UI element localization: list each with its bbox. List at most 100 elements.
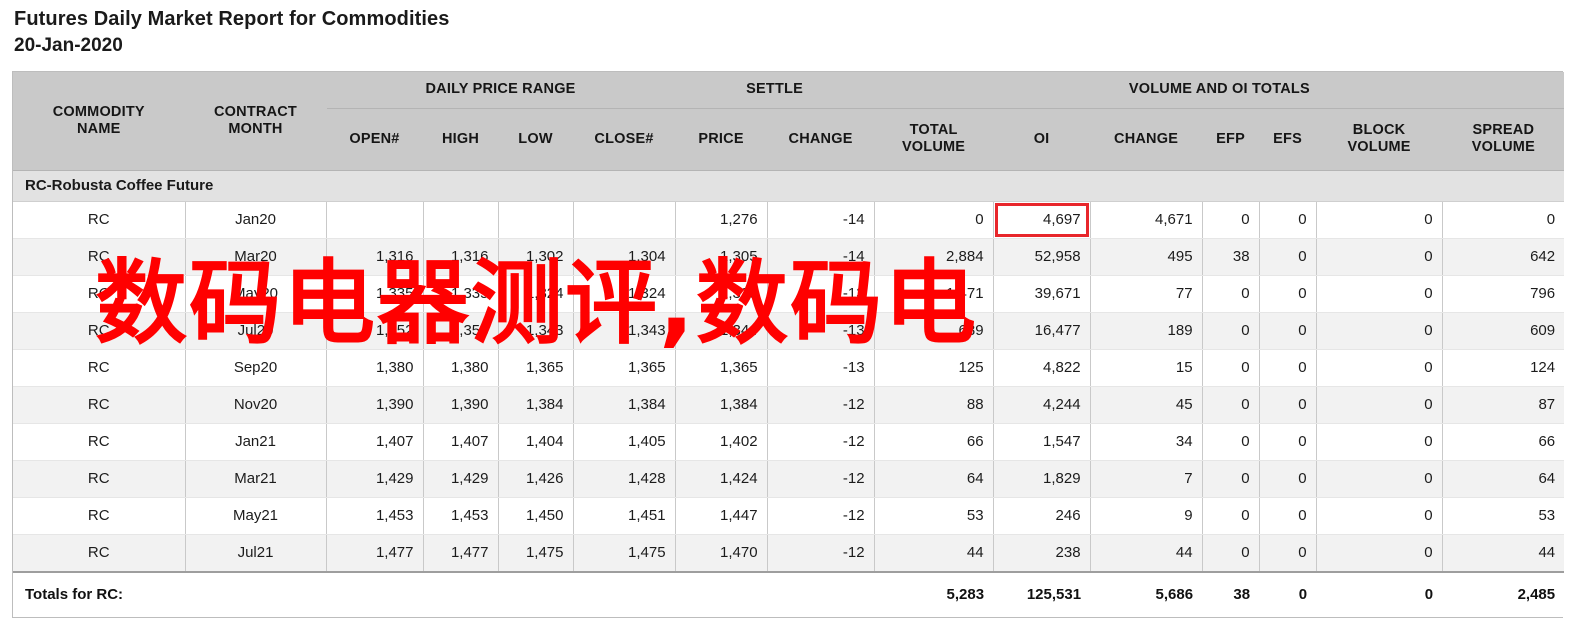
- title-block: Futures Daily Market Report for Commodit…: [0, 0, 1575, 59]
- header-daily-price-range: DAILY PRICE RANGE: [326, 72, 676, 109]
- header-block-volume: BLOCK VOLUME: [1316, 108, 1443, 171]
- cell-efs: 0: [1259, 349, 1317, 387]
- cell-price: 1,325: [675, 275, 768, 313]
- cell-block-volume: 0: [1316, 349, 1443, 387]
- cell-high: 1,429: [423, 460, 499, 498]
- cell-total-volume: 88: [874, 386, 994, 424]
- cell-open: 1,477: [326, 534, 424, 572]
- header-commodity-name-line1: COMMODITY: [52, 103, 145, 120]
- cell-close: 1,475: [573, 534, 676, 572]
- cell-spread-volume: 53: [1442, 497, 1565, 535]
- cell-commodity: RC: [13, 201, 186, 239]
- header-oi-change: CHANGE: [1090, 108, 1203, 171]
- header-contract-month: CONTRACT MONTH: [185, 72, 327, 171]
- cell-low: 1,343: [498, 312, 574, 350]
- cell-total-volume: 66: [874, 423, 994, 461]
- cell-high: 1,477: [423, 534, 499, 572]
- cell-low: 1,450: [498, 497, 574, 535]
- totals-total-volume: 5,283: [874, 570, 994, 617]
- cell-oi: 39,671: [993, 275, 1091, 313]
- cell-total-volume: 125: [874, 349, 994, 387]
- page-title: Futures Daily Market Report for Commodit…: [14, 8, 450, 30]
- cell-open: 1,316: [326, 238, 424, 276]
- header-block-volume-line1: BLOCK: [1352, 122, 1406, 138]
- header-spread-volume-line1: SPREAD: [1472, 122, 1535, 138]
- cell-close: 1,304: [573, 238, 676, 276]
- table-body: RC-Robusta Coffee Future: [13, 170, 1565, 202]
- cell-price: 1,470: [675, 534, 768, 572]
- header-volume-and-oi-totals: VOLUME AND OI TOTALS: [874, 72, 1565, 109]
- cell-oi-highlighted: 4,697: [993, 201, 1091, 239]
- report-date: 20-Jan-2020: [14, 35, 123, 56]
- cell-price: 1,365: [675, 349, 768, 387]
- cell-contract-month: Jul21: [185, 534, 327, 572]
- totals-row: Totals for RC: 5,283 125,531 5,686 38 0 …: [13, 570, 1565, 617]
- cell-efs: 0: [1259, 534, 1317, 572]
- cell-oi: 238: [993, 534, 1091, 572]
- cell-efs: 0: [1259, 423, 1317, 461]
- totals-efs: 0: [1259, 570, 1317, 617]
- cell-efs: 0: [1259, 201, 1317, 239]
- header-total-volume-line1: TOTAL: [909, 122, 958, 138]
- cell-oi-change: 9: [1090, 497, 1203, 535]
- section-title: RC-Robusta Coffee Future: [13, 170, 1565, 202]
- header-oi: OI: [993, 108, 1091, 171]
- cell-efs: 0: [1259, 275, 1317, 313]
- table-row: RC Mar21 1,429 1,429 1,426 1,428 1,424 -12 64 1,8…: [13, 460, 1565, 498]
- cell-oi-change: 44: [1090, 534, 1203, 572]
- cell-open: 1,380: [326, 349, 424, 387]
- cell-open: 1,453: [326, 497, 424, 535]
- cell-commodity: RC: [13, 423, 186, 461]
- futures-report-table: COMMODITY NAME CONTRACT MONTH DAILY PRIC…: [13, 72, 1565, 617]
- table-header: COMMODITY NAME CONTRACT MONTH DAILY PRIC…: [13, 72, 1565, 171]
- cell-price: 1,305: [675, 238, 768, 276]
- cell-total-volume: 1,471: [874, 275, 994, 313]
- cell-block-volume: 0: [1316, 534, 1443, 572]
- totals-spread-volume: 2,485: [1442, 570, 1565, 617]
- cell-block-volume: 0: [1316, 460, 1443, 498]
- cell-oi-change: 4,671: [1090, 201, 1203, 239]
- cell-contract-month: Jan20: [185, 201, 327, 239]
- cell-commodity: RC: [13, 312, 186, 350]
- header-group-row: COMMODITY NAME CONTRACT MONTH DAILY PRIC…: [13, 72, 1565, 171]
- cell-efs: 0: [1259, 386, 1317, 424]
- cell-change: -12: [767, 423, 875, 461]
- cell-contract-month: Jan21: [185, 423, 327, 461]
- cell-contract-month: Sep20: [185, 349, 327, 387]
- cell-change: -14: [767, 238, 875, 276]
- cell-low: 1,426: [498, 460, 574, 498]
- cell-block-volume: 0: [1316, 238, 1443, 276]
- cell-efp: 0: [1202, 534, 1260, 572]
- cell-efp: 0: [1202, 201, 1260, 239]
- cell-contract-month: May21: [185, 497, 327, 535]
- cell-total-volume: 64: [874, 460, 994, 498]
- cell-change: -12: [767, 386, 875, 424]
- cell-high: 1,407: [423, 423, 499, 461]
- cell-spread-volume: 64: [1442, 460, 1565, 498]
- cell-oi: 1,547: [993, 423, 1091, 461]
- group-section-row: RC-Robusta Coffee Future: [13, 170, 1565, 202]
- header-open: OPEN#: [326, 108, 424, 171]
- cell-commodity: RC: [13, 497, 186, 535]
- cell-high: 1,316: [423, 238, 499, 276]
- cell-total-volume: 0: [874, 201, 994, 239]
- cell-efp: 38: [1202, 238, 1260, 276]
- cell-price: 1,276: [675, 201, 768, 239]
- totals-oi: 125,531: [993, 570, 1091, 617]
- cell-oi-change: 7: [1090, 460, 1203, 498]
- cell-efs: 0: [1259, 238, 1317, 276]
- table-row: RC Mar20 1,316 1,316 1,302 1,304 1,305 -14 2,884…: [13, 238, 1565, 276]
- cell-oi-change: 495: [1090, 238, 1203, 276]
- cell-close: 1,365: [573, 349, 676, 387]
- cell-close: 1,343: [573, 312, 676, 350]
- header-total-volume: TOTAL VOLUME: [874, 108, 994, 171]
- totals-label: Totals for RC:: [13, 570, 875, 617]
- cell-efs: 0: [1259, 460, 1317, 498]
- cell-high: 1,335: [423, 275, 499, 313]
- cell-low: [498, 201, 574, 239]
- header-block-volume-line2: VOLUME: [1347, 139, 1411, 155]
- totals-block-volume: 0: [1316, 570, 1443, 617]
- data-rows-body: RC Jan20 1,276 -14 0 4,697 4,671 0 0 0 0 RC Mar20 1,3…: [13, 201, 1565, 572]
- cell-oi-change: 189: [1090, 312, 1203, 350]
- cell-efs: 0: [1259, 312, 1317, 350]
